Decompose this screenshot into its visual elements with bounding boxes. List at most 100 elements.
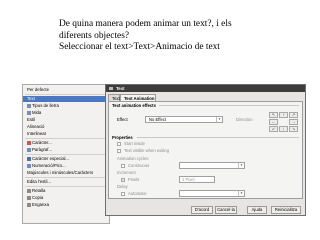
menu-item-label: Caràcter...: [32, 140, 52, 145]
font-icon: [27, 103, 31, 108]
menu-item-per-defecte[interactable]: Per defecte: [23, 87, 109, 93]
pixels-checkbox[interactable]: [121, 178, 125, 182]
menu-item-label: Alineació: [27, 124, 45, 129]
arrow-up-icon[interactable]: ↑: [279, 112, 288, 118]
menu-item-text[interactable]: Text▸: [23, 96, 109, 102]
increment-value: 1 Pixel: [182, 177, 195, 182]
menu-item-alineacio[interactable]: Alineació▸: [23, 124, 109, 130]
effect-label: Effect: [117, 117, 128, 122]
increment-label: Increment: [117, 170, 136, 175]
bullets-icon: [27, 163, 31, 168]
menu-item-tipus-de-lletra[interactable]: Tipus de lletra▸: [23, 103, 109, 109]
ok-button[interactable]: D'acord: [191, 206, 213, 214]
menu-item-retalla[interactable]: Retalla: [23, 188, 109, 194]
delay-label: Delay: [117, 184, 128, 189]
size-icon: [27, 110, 31, 115]
menu-item-label: Estil: [27, 117, 36, 122]
start-inside-label: Start inside: [124, 141, 145, 146]
reset-button[interactable]: Reinicialitza: [271, 206, 301, 214]
continuous-label: Continuous: [128, 163, 150, 168]
menu-item-label: Mida: [32, 110, 42, 115]
menu-separator: [25, 138, 107, 139]
animation-panel: Text animation effects Effect No Effect …: [108, 101, 303, 199]
menu-separator: [25, 154, 107, 155]
automatic-checkbox[interactable]: [121, 192, 125, 196]
effect-select[interactable]: No Effect ▾: [145, 116, 223, 123]
question-text: De quina manera podem animar un text?, i…: [59, 19, 299, 54]
increment-spinbox[interactable]: 1 Pixel: [179, 176, 215, 183]
spin-arrows-icon: ▾: [238, 191, 244, 196]
menu-item-label: Retalla: [32, 188, 46, 193]
omega-icon: [27, 156, 31, 161]
tab-text-animation[interactable]: Text Animation: [120, 94, 156, 101]
arrow-down-icon[interactable]: ↓: [279, 126, 288, 132]
arrow-right-icon[interactable]: →: [289, 119, 298, 125]
menu-separator: [25, 177, 107, 178]
section-properties-heading: Properties: [112, 135, 133, 140]
menu-item-estil[interactable]: Estil▸: [23, 117, 109, 123]
paste-icon: [27, 202, 31, 207]
animation-cycles-label: Animation cycles: [117, 156, 149, 161]
continuous-checkbox[interactable]: [121, 164, 125, 168]
menu-item-label: Interlineat: [27, 131, 46, 136]
menu-item-label: Text: [27, 96, 35, 101]
menu-item-numeracio-pics[interactable]: Numeració/Pics...: [23, 163, 109, 169]
section-divider: [159, 105, 299, 106]
menu-item-label: Per defecte: [27, 87, 49, 92]
menu-item-copia[interactable]: Copia: [23, 195, 109, 201]
menu-separator: [25, 94, 107, 95]
question-line-3: Seleccionar el text>Text>Animacio de tex…: [59, 42, 220, 53]
menu-item-label: Majúscules i minúscules/Caràcters: [27, 170, 94, 175]
text-visible-label: Text visible when exiting: [124, 148, 169, 153]
menu-item-mida[interactable]: Mida▸: [23, 110, 109, 116]
cycles-spinbox[interactable]: ▾: [179, 162, 245, 169]
menu-item-label: Numeració/Pics...: [32, 163, 66, 168]
arrow-left-icon[interactable]: ←: [269, 119, 278, 125]
question-line-1: De quina manera podem animar un text?, i…: [59, 19, 232, 29]
dialog-title: Text: [116, 86, 125, 91]
context-menu: Per defecte Text▸ Tipus de lletra▸ Mida▸…: [22, 84, 110, 224]
automatic-label: Automatic: [128, 191, 147, 196]
tab-text[interactable]: Text: [108, 94, 120, 101]
menu-item-enganxa[interactable]: Enganxa: [23, 202, 109, 208]
character-icon: [27, 140, 31, 145]
window-icon: [109, 87, 113, 90]
pixels-label: Pixels: [128, 177, 140, 182]
start-inside-checkbox[interactable]: [117, 142, 121, 146]
cancel-button[interactable]: Cancel·la: [215, 206, 237, 214]
menu-item-paragraf[interactable]: Paràgraf...: [23, 147, 109, 153]
menu-item-interlineat[interactable]: Interlineat▸: [23, 131, 109, 137]
spin-arrows-icon: ▾: [238, 163, 244, 168]
chevron-down-icon: ▾: [216, 117, 222, 122]
arrow-down-right-icon[interactable]: ↘: [289, 126, 298, 132]
text-dialog: Text Text Text Animation Text animation …: [105, 84, 306, 216]
arrow-down-left-icon[interactable]: ↙: [269, 126, 278, 132]
direction-label: Direction: [236, 117, 253, 122]
help-button[interactable]: Ajuda: [247, 206, 267, 214]
effect-select-value: No Effect: [149, 117, 167, 122]
arrow-up-right-icon[interactable]: ↗: [289, 112, 298, 118]
paragraph-icon: [27, 147, 31, 152]
menu-item-label: Enganxa: [32, 202, 49, 207]
menu-separator: [25, 186, 107, 187]
dialog-titlebar: Text: [106, 85, 305, 92]
scissors-icon: [27, 188, 31, 193]
menu-item-label: Paràgraf...: [32, 147, 53, 152]
direction-pad: ↖ ↑ ↗ ← → ↙ ↓ ↘: [269, 112, 299, 132]
menu-item-caracter[interactable]: Caràcter...: [23, 140, 109, 146]
text-visible-checkbox[interactable]: [117, 149, 121, 153]
menu-item-edita-estil[interactable]: Edita l'estil...: [23, 179, 109, 185]
menu-item-label: Tipus de lletra: [32, 103, 59, 108]
delay-spinbox[interactable]: ▾: [179, 190, 245, 197]
menu-item-label: Caràcter especial...: [32, 156, 70, 161]
dialog-buttons: D'acord Cancel·la Ajuda Reinicialitza: [106, 206, 305, 215]
menu-item-majuscules-minuscules[interactable]: Majúscules i minúscules/Caràcters▸: [23, 170, 109, 176]
arrow-up-left-icon[interactable]: ↖: [269, 112, 278, 118]
menu-item-label: Edita l'estil...: [27, 179, 51, 184]
section-effects-heading: Text animation effects: [112, 103, 156, 108]
menu-item-label: Copia: [32, 195, 44, 200]
copy-icon: [27, 195, 31, 200]
question-line-2: diferents objectes?: [59, 30, 130, 41]
section-divider: [137, 137, 299, 138]
menu-item-caracter-especial[interactable]: Caràcter especial...: [23, 156, 109, 162]
